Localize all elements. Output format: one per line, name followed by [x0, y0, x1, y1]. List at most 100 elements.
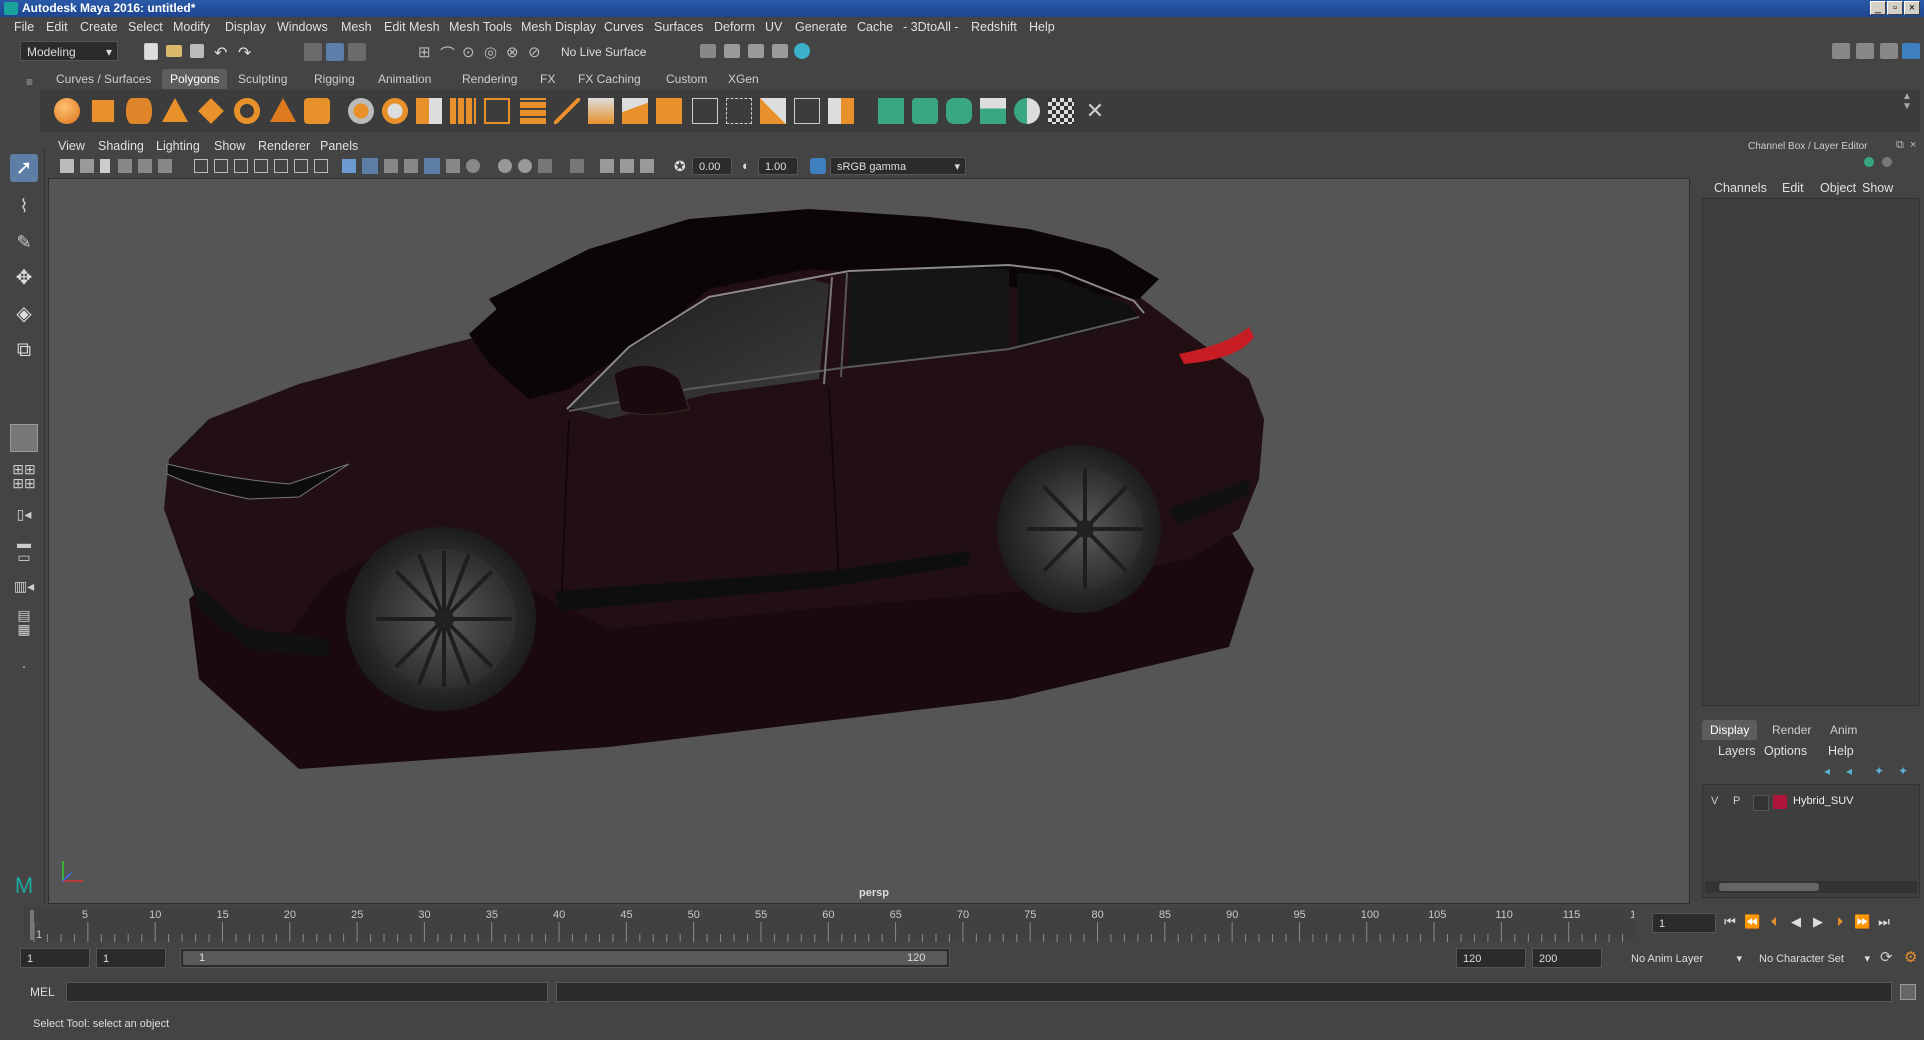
color-management-icon[interactable]: [810, 158, 826, 174]
shelf-menu-icon[interactable]: ≡: [26, 75, 33, 89]
combine-icon[interactable]: [348, 98, 374, 124]
paint-select-icon[interactable]: ✎: [10, 228, 38, 256]
channel-list[interactable]: [1702, 198, 1920, 706]
close-panel-icon[interactable]: ×: [1910, 139, 1916, 151]
menu-modify[interactable]: Modify: [173, 20, 210, 34]
layer-row[interactable]: V P Hybrid_SUV: [1703, 793, 1919, 811]
tab-xgen[interactable]: XGen: [720, 69, 767, 89]
layer-scrollbar[interactable]: [1705, 881, 1917, 893]
anim-layer-dropdown[interactable]: No Anim Layer ▾: [1624, 948, 1748, 968]
menu-mesh-display[interactable]: Mesh Display: [521, 20, 596, 34]
tab-animation[interactable]: Animation: [370, 69, 439, 89]
wireframe-icon[interactable]: [342, 159, 356, 173]
attribute-editor-icon[interactable]: [1856, 43, 1874, 59]
scale-tool-icon[interactable]: ⧉: [10, 336, 38, 364]
view-transform-dropdown[interactable]: sRGB gamma ▾: [830, 157, 966, 175]
film-gate-icon[interactable]: [214, 159, 228, 173]
snap-live-icon[interactable]: ⊘: [528, 43, 541, 61]
camera-select-icon[interactable]: [60, 159, 74, 173]
lasso-tool-icon[interactable]: ⌇: [10, 192, 38, 220]
menu-display[interactable]: Display: [225, 20, 266, 34]
close-button[interactable]: ×: [1904, 1, 1920, 15]
unfold-icon[interactable]: [1014, 98, 1040, 124]
viewport-3d[interactable]: persp: [48, 178, 1690, 904]
snap-view-icon[interactable]: ◎: [484, 43, 497, 61]
layer-scrollbar-thumb[interactable]: [1719, 883, 1819, 891]
layer-display-type[interactable]: [1753, 795, 1769, 811]
textured-icon[interactable]: [404, 159, 418, 173]
target-weld-icon[interactable]: [760, 98, 786, 124]
select-object-icon[interactable]: [326, 43, 344, 61]
viewport-menu-panels[interactable]: Panels: [320, 139, 358, 153]
channels-menu[interactable]: Channels: [1714, 181, 1767, 195]
tab-rendering[interactable]: Rendering: [454, 69, 525, 89]
wireframe-on-shaded-icon[interactable]: [384, 159, 398, 173]
anti-aliasing-icon[interactable]: [518, 159, 532, 173]
current-frame-field[interactable]: 1: [1652, 913, 1716, 933]
snap-point-icon[interactable]: ⊙: [462, 43, 475, 61]
poly-pipe-icon[interactable]: [304, 98, 330, 124]
automatic-map-icon[interactable]: [980, 98, 1006, 124]
layer-tab-display[interactable]: Display: [1702, 720, 1758, 740]
select-tool-icon[interactable]: ➚: [10, 154, 38, 182]
menu-cache[interactable]: Cache: [857, 20, 893, 34]
layout-four-icon[interactable]: ⊞⊞ ⊞⊞: [10, 462, 38, 490]
range-slider[interactable]: 1 120: [180, 948, 950, 968]
separate-icon[interactable]: [382, 98, 408, 124]
move-layer-up-icon[interactable]: ◂: [1824, 764, 1830, 778]
layer-options-menu[interactable]: Options: [1764, 744, 1807, 758]
command-input[interactable]: [66, 982, 548, 1002]
new-layer-icon[interactable]: ✦: [1874, 764, 1884, 778]
menu-mesh[interactable]: Mesh: [341, 20, 372, 34]
layer-help-menu[interactable]: Help: [1828, 744, 1854, 758]
layer-tab-render[interactable]: Render: [1764, 720, 1819, 740]
gamma-field[interactable]: 1.00: [758, 157, 798, 175]
smooth-icon[interactable]: [450, 98, 476, 124]
redo-icon[interactable]: ↷: [238, 43, 251, 63]
character-set-dropdown[interactable]: No Character Set ▾: [1752, 948, 1876, 968]
xray-joints-icon[interactable]: [640, 159, 654, 173]
grease-pencil-icon[interactable]: [158, 159, 172, 173]
2d-pan-zoom-icon[interactable]: [138, 159, 152, 173]
tab-fx[interactable]: FX: [532, 69, 563, 89]
offset-edge-loop-icon[interactable]: [726, 98, 752, 124]
poly-cylinder-icon[interactable]: [126, 98, 152, 124]
reduce-icon[interactable]: [828, 98, 854, 124]
xray-active-icon[interactable]: [620, 159, 634, 173]
viewport-menu-show[interactable]: Show: [214, 139, 245, 153]
layers-menu[interactable]: Layers: [1718, 744, 1756, 758]
layout-side-icon[interactable]: ▯◂: [10, 500, 38, 528]
motion-blur-icon[interactable]: [498, 159, 512, 173]
layout-single-icon[interactable]: [10, 424, 38, 452]
auto-key-icon[interactable]: ⟳: [1880, 948, 1893, 966]
snap-surface-icon[interactable]: ⊗: [506, 43, 519, 61]
tab-sculpting[interactable]: Sculpting: [230, 69, 295, 89]
menu-mesh-tools[interactable]: Mesh Tools: [449, 20, 512, 34]
viewport-menu-renderer[interactable]: Renderer: [258, 139, 310, 153]
tab-curves-surfaces[interactable]: Curves / Surfaces: [48, 69, 159, 89]
bevel-icon[interactable]: [588, 98, 614, 124]
viewport-menu-view[interactable]: View: [58, 139, 85, 153]
viewport-menu-shading[interactable]: Shading: [98, 139, 144, 153]
layer-playback-toggle[interactable]: P: [1733, 795, 1740, 807]
undo-icon[interactable]: ↶: [214, 43, 227, 63]
menu-uv[interactable]: UV: [765, 20, 782, 34]
ambient-occlusion-icon[interactable]: [466, 159, 480, 173]
render-frame-icon[interactable]: [700, 44, 716, 58]
menu-create[interactable]: Create: [80, 20, 118, 34]
image-plane-icon[interactable]: [118, 159, 132, 173]
checker-map-icon[interactable]: [1048, 98, 1074, 124]
channel-show-menu[interactable]: Show: [1862, 181, 1893, 195]
bookmark-icon[interactable]: [100, 159, 110, 173]
menu-3dtoall[interactable]: - 3DtoAll -: [903, 20, 959, 34]
exposure-field[interactable]: 0.00: [692, 157, 732, 175]
poly-torus-icon[interactable]: [234, 98, 260, 124]
current-time-marker[interactable]: [30, 910, 34, 940]
tab-fx-caching[interactable]: FX Caching: [570, 69, 649, 89]
cylindrical-map-icon[interactable]: [912, 98, 938, 124]
render-sequence-icon[interactable]: [724, 44, 740, 58]
layer-editor-toggle-icon[interactable]: [1882, 157, 1892, 167]
modeling-toolkit-icon[interactable]: [1832, 43, 1850, 59]
tab-custom[interactable]: Custom: [658, 69, 715, 89]
shadows-icon[interactable]: [446, 159, 460, 173]
